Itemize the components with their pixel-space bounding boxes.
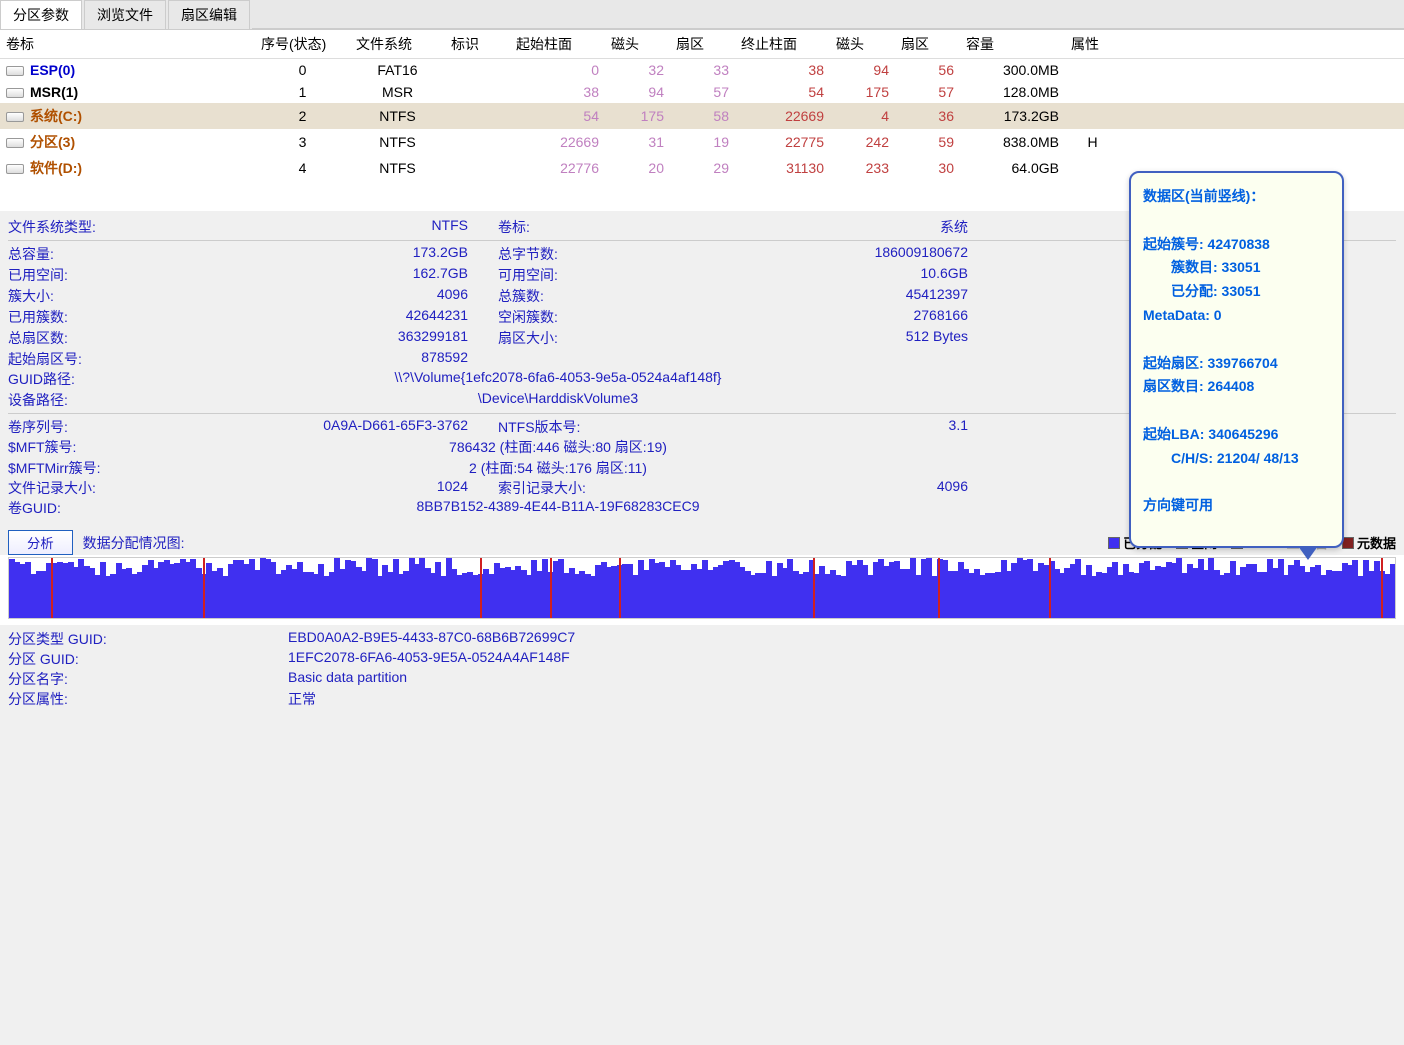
- th-start-cyl[interactable]: 起始柱面: [510, 30, 605, 59]
- table-row[interactable]: 分区(3) 3NTFS 226693119 2277524259 838.0MB…: [0, 129, 1404, 155]
- allocation-chart[interactable]: [8, 557, 1396, 619]
- th-end-cyl[interactable]: 终止柱面: [735, 30, 830, 59]
- table-row[interactable]: MSR(1) 1MSR 389457 5417557 128.0MB: [0, 81, 1404, 103]
- disk-icon: [6, 88, 24, 98]
- partition-guid-info: 分区类型 GUID:EBD0A0A2-B9E5-4433-87C0-68B6B7…: [0, 625, 1404, 729]
- th-seq[interactable]: 序号(状态): [255, 30, 350, 59]
- disk-icon: [6, 138, 24, 148]
- chart-title: 数据分配情况图:: [83, 533, 185, 553]
- th-start-head[interactable]: 磁头: [605, 30, 670, 59]
- th-flag[interactable]: 标识: [445, 30, 510, 59]
- th-start-sec[interactable]: 扇区: [670, 30, 735, 59]
- th-end-head[interactable]: 磁头: [830, 30, 895, 59]
- tab-params[interactable]: 分区参数: [0, 0, 82, 29]
- tab-sector-edit[interactable]: 扇区编辑: [168, 0, 250, 29]
- analyze-button[interactable]: 分析: [8, 530, 73, 555]
- lbl-fs-type: 文件系统类型:: [8, 217, 148, 237]
- table-row[interactable]: ESP(0) 0FAT16 03233 389456 300.0MB: [0, 59, 1404, 82]
- val-vol: 系统: [608, 217, 968, 237]
- tab-bar: 分区参数 浏览文件 扇区编辑: [0, 0, 1404, 30]
- tab-browse[interactable]: 浏览文件: [84, 0, 166, 29]
- th-attr[interactable]: 属性: [1065, 30, 1120, 59]
- th-volume[interactable]: 卷标: [0, 30, 255, 59]
- table-row[interactable]: 系统(C:) 2NTFS 5417558 22669436 173.2GB: [0, 103, 1404, 129]
- th-capacity[interactable]: 容量: [960, 30, 1065, 59]
- th-end-sec[interactable]: 扇区: [895, 30, 960, 59]
- val-fs-type: NTFS: [148, 217, 468, 237]
- fs-info: 文件系统类型:NTFS 卷标:系统 总容量:173.2GB 总字节数:18600…: [0, 211, 1404, 524]
- cursor-tooltip: 数据区(当前竖线)： 起始簇号: 42470838 簇数目: 33051 已分配…: [1129, 171, 1344, 548]
- th-fs[interactable]: 文件系统: [350, 30, 445, 59]
- disk-icon: [6, 112, 24, 122]
- partition-table: 卷标 序号(状态) 文件系统 标识 起始柱面 磁头 扇区 终止柱面 磁头 扇区 …: [0, 30, 1404, 181]
- disk-icon: [6, 164, 24, 174]
- lbl-vol: 卷标:: [468, 217, 608, 237]
- disk-icon: [6, 66, 24, 76]
